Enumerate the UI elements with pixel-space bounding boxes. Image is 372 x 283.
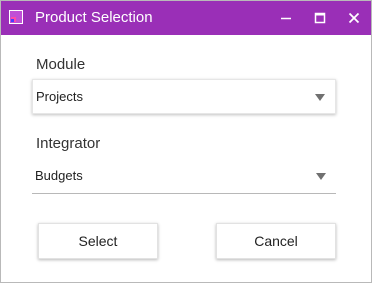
- integrator-dropdown[interactable]: Budgets: [32, 159, 336, 194]
- integrator-selected-value: Budgets: [35, 168, 83, 183]
- select-button[interactable]: Select: [38, 223, 158, 259]
- integrator-label: Integrator: [36, 135, 101, 152]
- minimize-icon: [281, 17, 291, 20]
- module-label: Module: [36, 56, 86, 73]
- app-icon-corner: [11, 19, 14, 22]
- product-app-icon: [9, 10, 23, 24]
- window-title: Product Selection: [35, 9, 153, 26]
- close-button[interactable]: [339, 1, 369, 35]
- dropdown-arrow-icon: [316, 173, 326, 180]
- module-selected-value: Projects: [36, 89, 83, 104]
- cancel-button[interactable]: Cancel: [216, 223, 336, 259]
- module-dropdown[interactable]: Projects: [32, 79, 336, 114]
- product-selection-window: Product Selection Module Projects Integr…: [0, 0, 372, 283]
- title-bar[interactable]: Product Selection: [1, 1, 371, 35]
- maximize-icon: [314, 12, 326, 24]
- minimize-button[interactable]: [271, 1, 301, 35]
- dropdown-arrow-icon: [315, 94, 325, 101]
- maximize-button[interactable]: [305, 1, 335, 35]
- close-icon: [348, 12, 360, 24]
